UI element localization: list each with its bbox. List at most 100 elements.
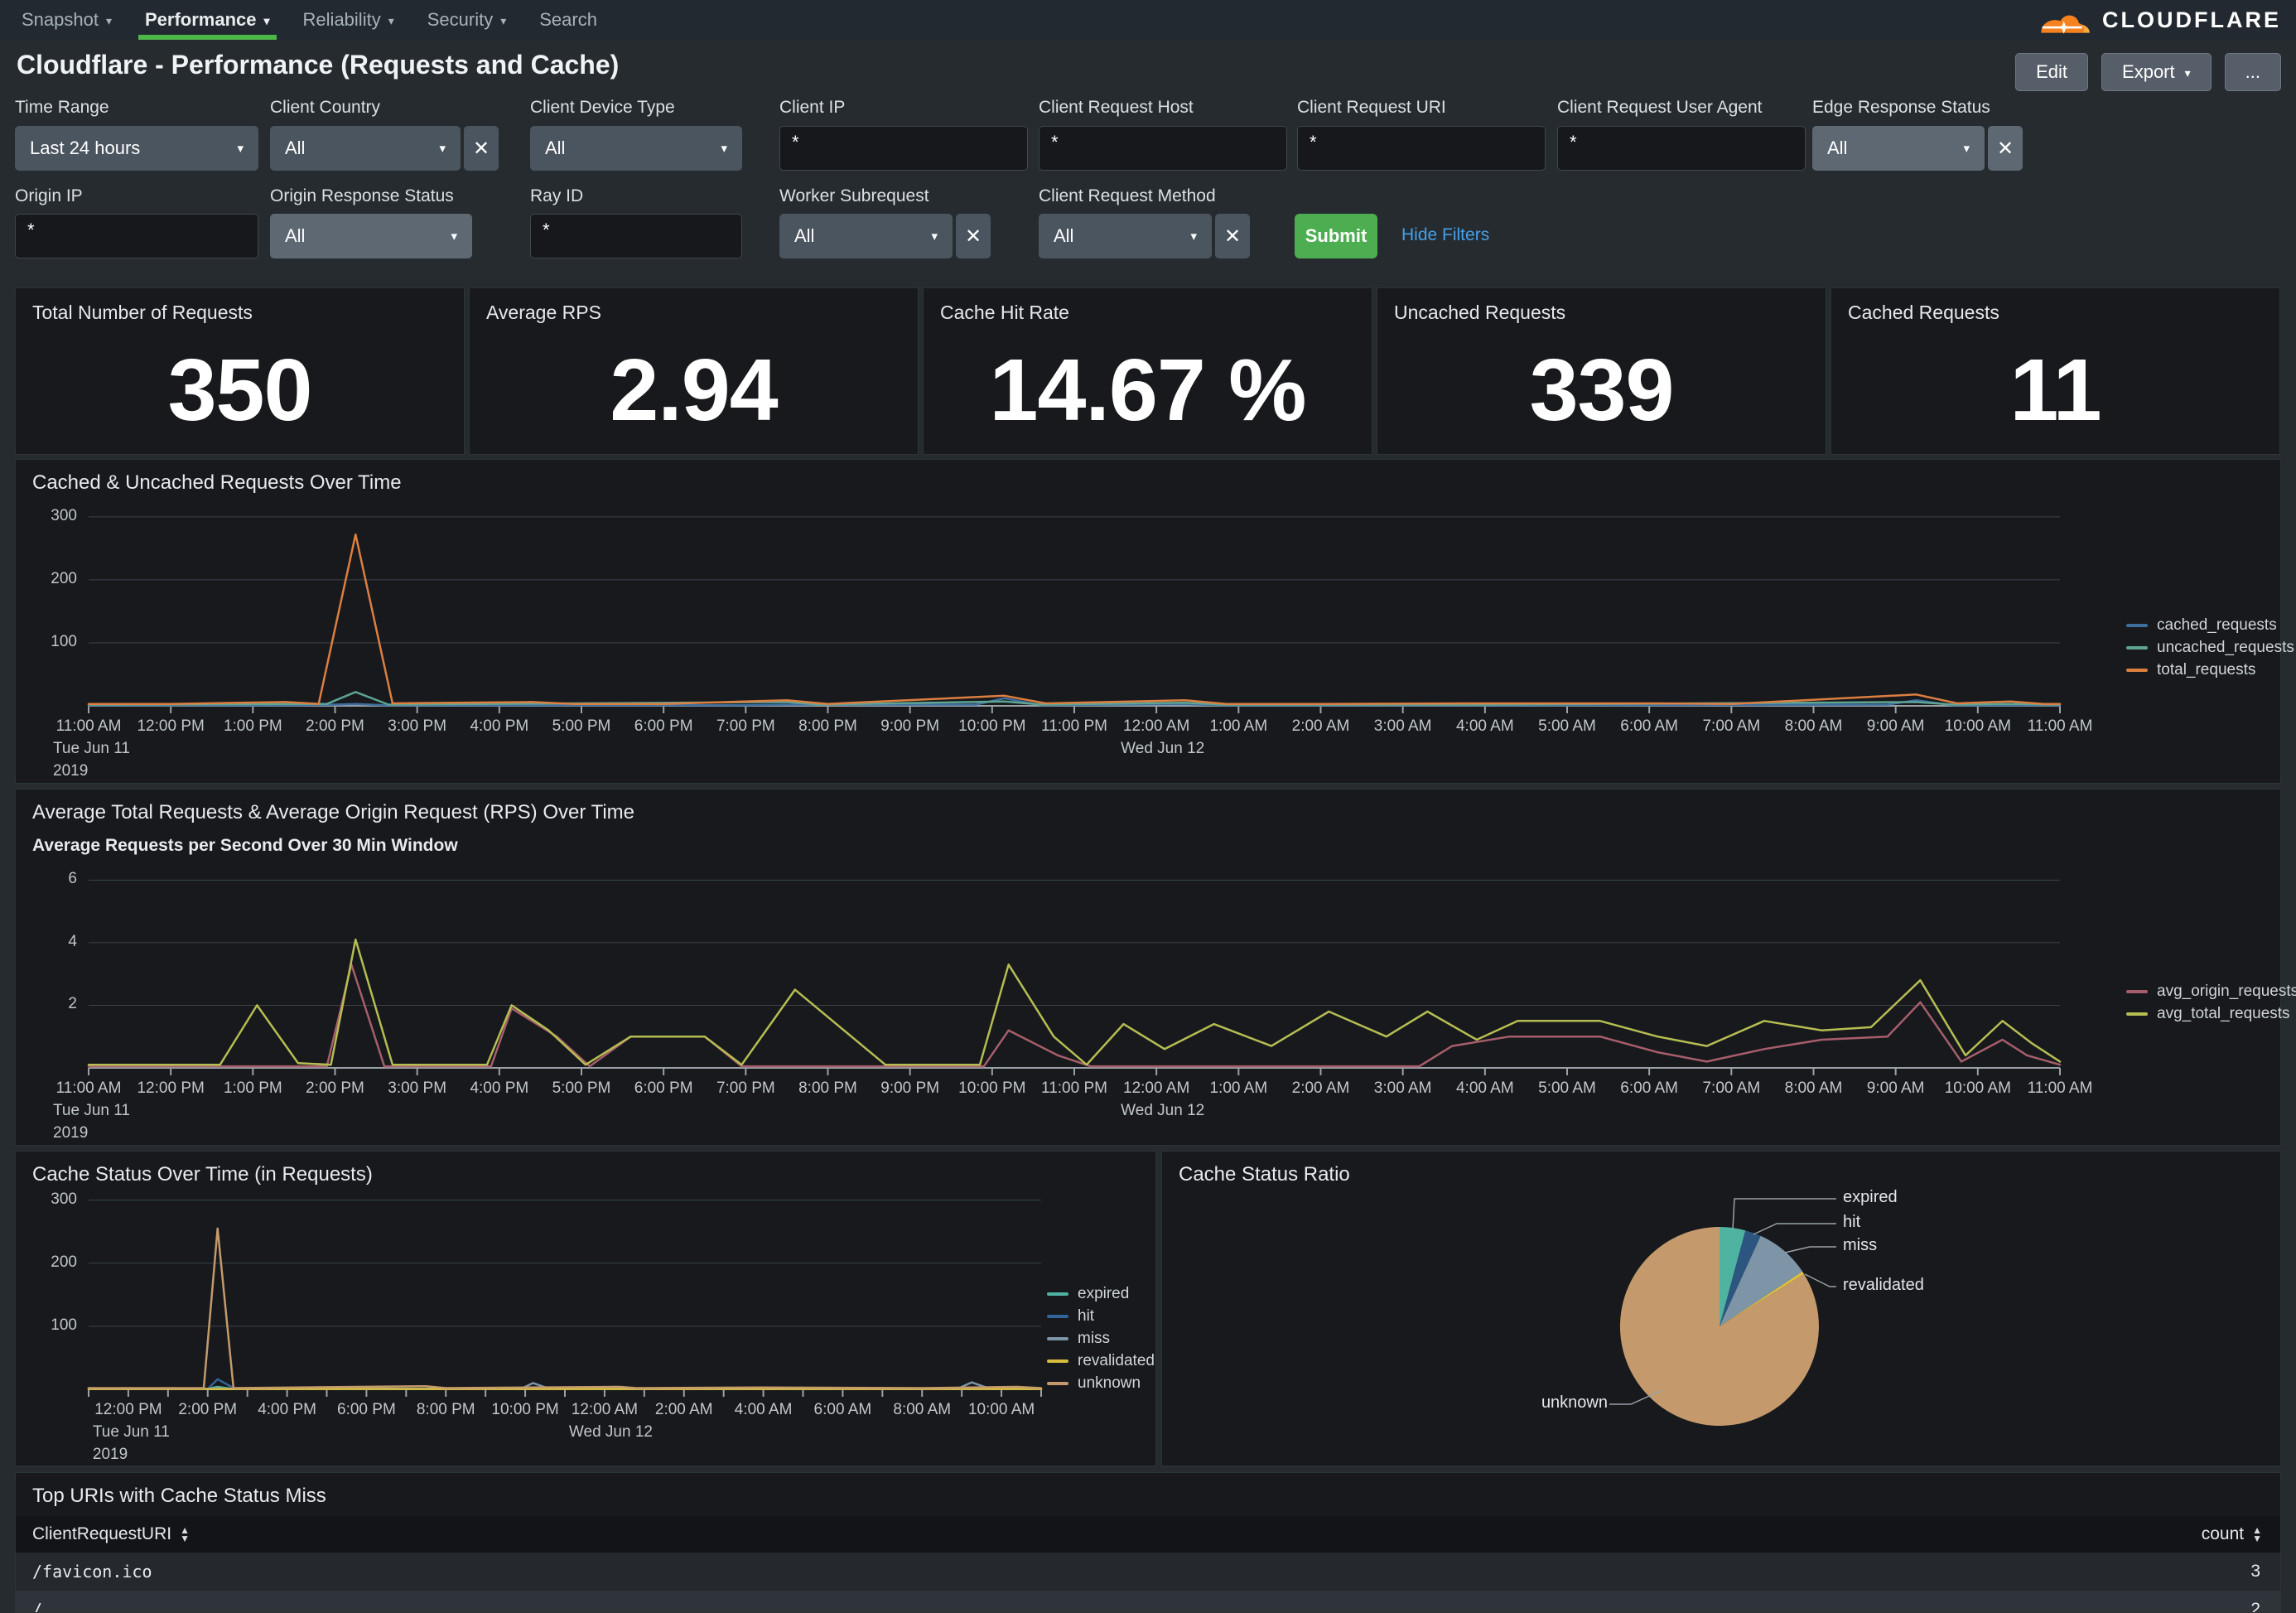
x-axis-label: 9:00 PM — [880, 717, 939, 736]
more-button[interactable]: ... — [2225, 53, 2281, 91]
client-request-uri-input[interactable] — [1297, 126, 1546, 171]
cell-clientrequesturi: /favicon.ico — [16, 1562, 1979, 1582]
sort-icon: ▲▼ — [2252, 1526, 2262, 1543]
x-axis-label: 2:00 PM — [306, 1079, 364, 1098]
nav-reliability[interactable]: Reliability ▾ — [287, 0, 411, 40]
nav-snapshot[interactable]: Snapshot ▾ — [5, 0, 128, 40]
legend-label: revalidated — [1078, 1352, 1155, 1370]
client-request-user-agent-input[interactable] — [1557, 126, 1806, 171]
edit-button[interactable]: Edit — [2015, 53, 2088, 91]
edge-response-status-clear-button[interactable]: ✕ — [1988, 126, 2023, 171]
x-axis-label: 8:00 AM — [893, 1401, 951, 1419]
series-avg_total_requests — [89, 939, 2060, 1065]
stat-panel-average-rps: Average RPS2.94 — [469, 287, 919, 455]
nav-performance-label: Performance — [145, 9, 257, 31]
origin-ip-input[interactable] — [15, 214, 258, 258]
header-buttons: Edit Export ▾ ... — [2015, 53, 2281, 91]
active-tab-underline — [138, 35, 277, 40]
cell-count: 2 — [1979, 1600, 2280, 1613]
legend-item-revalidated: revalidated — [1047, 1350, 1155, 1372]
x-axis-label: 11:00 AM — [56, 1079, 122, 1098]
x-axis-label: 4:00 AM — [1456, 1079, 1514, 1098]
x-axis-label: 6:00 AM — [1620, 717, 1678, 736]
hide-filters-link[interactable]: Hide Filters — [1401, 225, 1489, 245]
chart-title: Cache Status Over Time (in Requests) — [32, 1163, 373, 1186]
origin-response-status-select[interactable]: All▾ — [270, 214, 472, 258]
pie-label-expired: expired — [1843, 1188, 1898, 1207]
panel-cache-status-ratio: Cache Status Ratio expiredhitmissrevalid… — [1161, 1151, 2281, 1466]
worker-subrequest-clear-button[interactable]: ✕ — [956, 214, 991, 258]
cache-status-over-time-legend: expiredhitmissrevalidatedunknown — [1047, 1282, 1155, 1394]
x-axis-label: 7:00 AM — [1702, 1079, 1760, 1098]
legend-label: avg_total_requests — [2157, 1005, 2290, 1023]
nav-snapshot-label: Snapshot — [22, 9, 99, 31]
stat-panel-cached-requests: Cached Requests11 — [1831, 287, 2280, 455]
x-axis-label: 11:00 AM — [2028, 1079, 2093, 1098]
worker-subrequest-select[interactable]: All▾ — [779, 214, 953, 258]
client-country-clear-button[interactable]: ✕ — [464, 126, 499, 171]
y-axis-label: 6 — [16, 870, 77, 888]
stat-value: 14.67 % — [924, 326, 1372, 454]
legend-swatch — [2126, 669, 2148, 672]
x-axis-label: 12:00 PM — [137, 1079, 204, 1098]
x-axis-sublabel: Tue Jun 11 — [53, 740, 130, 758]
x-axis-label: 4:00 PM — [470, 717, 528, 736]
x-axis-label: 4:00 PM — [258, 1401, 316, 1419]
ray-id-input[interactable] — [530, 214, 742, 258]
caret-down-icon: ▾ — [1963, 141, 1970, 156]
time-range-select[interactable]: Last 24 hours▾ — [15, 126, 258, 171]
x-axis-label: 3:00 PM — [388, 717, 446, 736]
client-ip-input[interactable] — [779, 126, 1028, 171]
client-device-type-select[interactable]: All▾ — [530, 126, 742, 171]
x-axis-sublabel: 2019 — [53, 1124, 88, 1142]
x-axis-label: 7:00 PM — [716, 1079, 775, 1098]
cell-count: 3 — [1979, 1562, 2280, 1582]
client-request-method-value: All — [1054, 225, 1184, 247]
x-axis-label: 4:00 AM — [735, 1401, 793, 1419]
legend-swatch — [1047, 1337, 1068, 1340]
time-range-label: Time Range — [15, 98, 109, 118]
edge-response-status-select[interactable]: All▾ — [1812, 126, 1985, 171]
legend-label: miss — [1078, 1330, 1110, 1348]
caret-down-icon: ▾ — [1190, 229, 1197, 244]
x-axis-label: 6:00 PM — [634, 717, 693, 736]
x-axis-label: 8:00 PM — [798, 1079, 857, 1098]
column-header-clientrequesturi[interactable]: ClientRequestURI ▲▼ — [16, 1524, 1980, 1544]
y-axis-label: 200 — [16, 570, 77, 588]
x-axis-sublabel: Tue Jun 11 — [93, 1423, 170, 1442]
x-axis-sublabel: Wed Jun 12 — [1121, 1102, 1204, 1120]
caret-down-icon: ▾ — [500, 14, 506, 28]
stat-value: 350 — [16, 326, 464, 454]
nav-performance[interactable]: Performance ▾ — [128, 0, 287, 40]
client-request-method-select[interactable]: All ▾ — [1039, 214, 1212, 258]
client-request-method-clear-button[interactable]: ✕ — [1215, 214, 1250, 258]
legend-item-expired: expired — [1047, 1282, 1155, 1305]
x-axis-label: 8:00 AM — [1785, 1079, 1843, 1098]
x-axis-sublabel: Wed Jun 12 — [1121, 740, 1204, 758]
client-ip-label: Client IP — [779, 98, 845, 118]
legend-swatch — [2126, 646, 2148, 650]
y-axis-label: 300 — [16, 507, 77, 525]
caret-down-icon: ▾ — [2185, 66, 2191, 80]
pie-leader-line — [1753, 1224, 1836, 1234]
submit-button[interactable]: Submit — [1295, 214, 1377, 258]
nav-search[interactable]: Search — [523, 0, 614, 40]
column-header-count[interactable]: count ▲▼ — [1980, 1524, 2280, 1544]
client-request-host-input[interactable] — [1039, 126, 1287, 171]
rps-over-time-legend: avg_origin_requestsavg_total_requests — [2126, 980, 2296, 1025]
series-total_requests — [89, 534, 2060, 704]
x-axis-label: 5:00 PM — [552, 717, 611, 736]
nav-security[interactable]: Security ▾ — [411, 0, 523, 40]
y-axis-label: 100 — [16, 1316, 77, 1335]
x-axis-label: 3:00 PM — [388, 1079, 446, 1098]
client-country-select[interactable]: All▾ — [270, 126, 461, 171]
x-axis-label: 2:00 PM — [178, 1401, 237, 1419]
legend-item-total_requests: total_requests — [2126, 659, 2294, 681]
stat-label: Average RPS — [486, 302, 601, 324]
caret-down-icon: ▾ — [237, 141, 244, 156]
pie-label-unknown: unknown — [1541, 1393, 1608, 1413]
x-axis-label: 5:00 PM — [552, 1079, 611, 1098]
export-button[interactable]: Export ▾ — [2101, 53, 2212, 91]
caret-down-icon: ▾ — [439, 141, 446, 156]
legend-item-avg_total_requests: avg_total_requests — [2126, 1002, 2296, 1025]
